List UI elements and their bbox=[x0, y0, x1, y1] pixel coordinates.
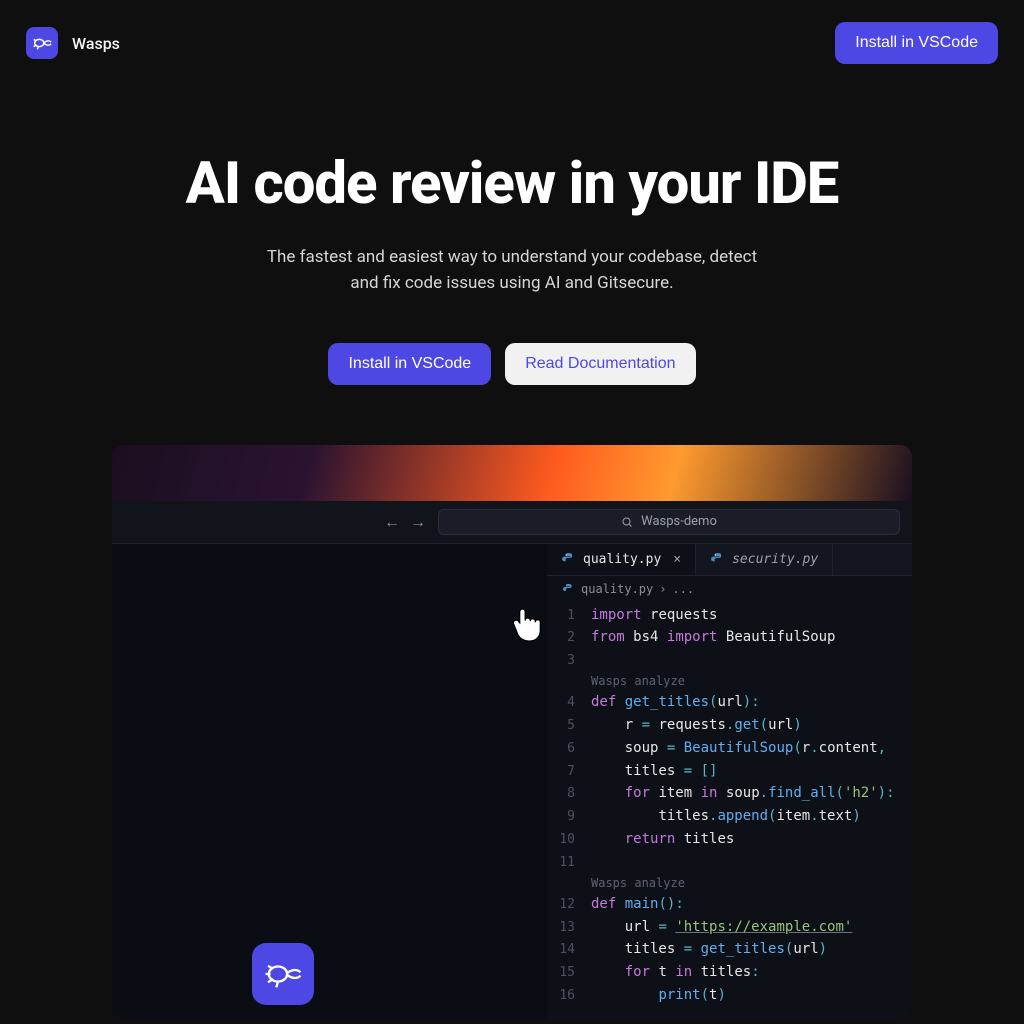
line-number: 7 bbox=[547, 762, 591, 783]
python-file-icon bbox=[710, 552, 724, 566]
line-number: 10 bbox=[547, 830, 591, 851]
tab-quality-py[interactable]: quality.py × bbox=[547, 544, 696, 575]
desktop-wallpaper-strip bbox=[112, 445, 912, 501]
breadcrumb[interactable]: quality.py › ... bbox=[547, 576, 912, 602]
line-number: 8 bbox=[547, 784, 591, 805]
breadcrumb-tail: ... bbox=[672, 582, 694, 596]
tab-label: security.py bbox=[732, 552, 818, 567]
line-number: 14 bbox=[547, 940, 591, 961]
line-number: 16 bbox=[547, 986, 591, 1007]
search-icon bbox=[621, 516, 633, 528]
vscode-sidebar bbox=[112, 544, 547, 1019]
tab-label: quality.py bbox=[583, 552, 661, 567]
line-number: 6 bbox=[547, 739, 591, 760]
line-number: 12 bbox=[547, 895, 591, 916]
line-number: 2 bbox=[547, 628, 591, 649]
vscode-demo: ← → Wasps-demo bbox=[112, 445, 912, 1019]
close-icon[interactable]: × bbox=[673, 552, 681, 567]
line-number: 9 bbox=[547, 807, 591, 828]
breadcrumb-file: quality.py bbox=[581, 582, 653, 596]
line-number: 1 bbox=[547, 606, 591, 627]
brand: Wasps bbox=[26, 27, 120, 59]
hero-docs-button[interactable]: Read Documentation bbox=[505, 343, 695, 385]
python-file-icon bbox=[561, 582, 575, 596]
forward-arrow-icon[interactable]: → bbox=[410, 512, 426, 532]
vscode-search-text: Wasps-demo bbox=[641, 514, 717, 529]
hero-subtitle: The fastest and easiest way to understan… bbox=[252, 244, 772, 297]
codelens-hint[interactable]: Wasps analyze bbox=[591, 672, 685, 691]
hero-title: AI code review in your IDE bbox=[0, 150, 1024, 218]
line-number: 3 bbox=[547, 651, 591, 672]
editor-tabbar: quality.py × security.py bbox=[547, 544, 912, 576]
chevron-right-icon: › bbox=[659, 582, 666, 596]
tab-security-py[interactable]: security.py bbox=[696, 544, 833, 575]
line-number: 13 bbox=[547, 918, 591, 939]
top-nav: Wasps Install in VSCode bbox=[0, 0, 1024, 86]
vscode-nav-arrows: ← → bbox=[384, 512, 426, 532]
hero-install-button[interactable]: Install in VSCode bbox=[328, 343, 491, 385]
codelens-hint[interactable]: Wasps analyze bbox=[591, 874, 685, 893]
hand-cursor-icon bbox=[507, 604, 545, 652]
hero-cta-group: Install in VSCode Read Documentation bbox=[0, 343, 1024, 385]
install-vscode-button[interactable]: Install in VSCode bbox=[835, 22, 998, 64]
line-number: 15 bbox=[547, 963, 591, 984]
line-number: 11 bbox=[547, 853, 591, 874]
hero: AI code review in your IDE The fastest a… bbox=[0, 86, 1024, 1019]
line-number: 4 bbox=[547, 693, 591, 714]
line-number: 5 bbox=[547, 716, 591, 737]
brand-name: Wasps bbox=[72, 34, 120, 53]
vscode-command-search[interactable]: Wasps-demo bbox=[438, 509, 900, 535]
code-area[interactable]: 1import requests 2from bs4 import Beauti… bbox=[547, 602, 912, 1019]
vscode-editor: quality.py × security.py bbox=[547, 544, 912, 1019]
vscode-window: ← → Wasps-demo bbox=[112, 501, 912, 1019]
python-file-icon bbox=[561, 552, 575, 566]
vscode-titlebar: ← → Wasps-demo bbox=[112, 501, 912, 544]
wasps-extension-icon[interactable] bbox=[252, 943, 314, 1005]
wasps-logo-icon bbox=[26, 27, 58, 59]
back-arrow-icon[interactable]: ← bbox=[384, 512, 400, 532]
